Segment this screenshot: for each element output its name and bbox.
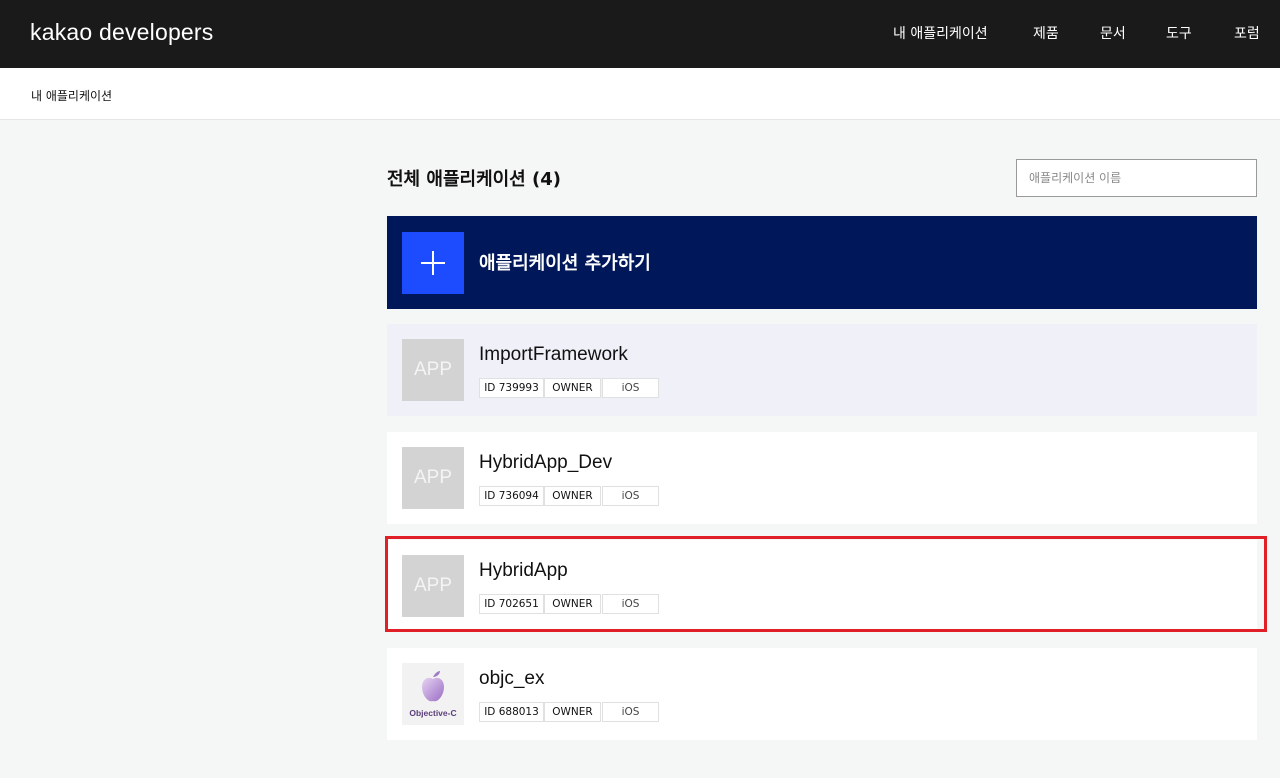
- add-application-label: 애플리케이션 추가하기: [479, 253, 651, 274]
- plus-icon: [402, 232, 464, 294]
- breadcrumb[interactable]: 내 애플리케이션: [31, 87, 112, 104]
- app-name: HybridApp: [479, 560, 568, 581]
- app-name: HybridApp_Dev: [479, 452, 613, 473]
- app-role-badge: OWNER: [544, 486, 601, 506]
- app-card-objc-ex[interactable]: Objective-C objc_ex ID 688013 OWNER iOS: [387, 648, 1257, 740]
- app-id-badge: ID 702651: [479, 594, 544, 614]
- top-navigation-bar: kakao developers 내 애플리케이션 제품 문서 도구 포럼: [0, 0, 1280, 68]
- app-name: ImportFramework: [479, 344, 628, 365]
- add-application-button[interactable]: 애플리케이션 추가하기: [387, 216, 1257, 309]
- app-platform-badge: iOS: [602, 486, 659, 506]
- nav-item-forum[interactable]: 포럼: [1234, 23, 1260, 43]
- nav-item-docs[interactable]: 문서: [1100, 23, 1126, 43]
- app-role-badge: OWNER: [544, 702, 601, 722]
- app-thumbnail: APP: [402, 555, 464, 617]
- page-title: 전체 애플리케이션 (4): [387, 169, 561, 190]
- nav-item-tools[interactable]: 도구: [1166, 23, 1192, 43]
- app-role-badge: OWNER: [544, 378, 601, 398]
- app-id-badge: ID 736094: [479, 486, 544, 506]
- breadcrumb-bar: 내 애플리케이션: [0, 68, 1280, 120]
- app-thumbnail: APP: [402, 339, 464, 401]
- app-search-input[interactable]: [1016, 159, 1257, 197]
- app-id-badge: ID 739993: [479, 378, 544, 398]
- app-thumbnail: APP: [402, 447, 464, 509]
- app-name: objc_ex: [479, 668, 545, 689]
- app-card-hybridapp-dev[interactable]: APP HybridApp_Dev ID 736094 OWNER iOS: [387, 432, 1257, 524]
- objective-c-logo-icon: Objective-C: [402, 663, 464, 725]
- app-id-badge: ID 688013: [479, 702, 544, 722]
- app-platform-badge: iOS: [602, 702, 659, 722]
- nav-item-my-applications[interactable]: 내 애플리케이션: [893, 23, 988, 43]
- app-card-importframework[interactable]: APP ImportFramework ID 739993 OWNER iOS: [387, 324, 1257, 416]
- main-nav: 내 애플리케이션 제품 문서 도구 포럼: [0, 23, 1280, 47]
- app-role-badge: OWNER: [544, 594, 601, 614]
- objective-c-label: Objective-C: [409, 708, 457, 718]
- nav-item-products[interactable]: 제품: [1033, 23, 1059, 43]
- app-card-hybridapp[interactable]: APP HybridApp ID 702651 OWNER iOS: [387, 540, 1257, 632]
- app-platform-badge: iOS: [602, 378, 659, 398]
- app-platform-badge: iOS: [602, 594, 659, 614]
